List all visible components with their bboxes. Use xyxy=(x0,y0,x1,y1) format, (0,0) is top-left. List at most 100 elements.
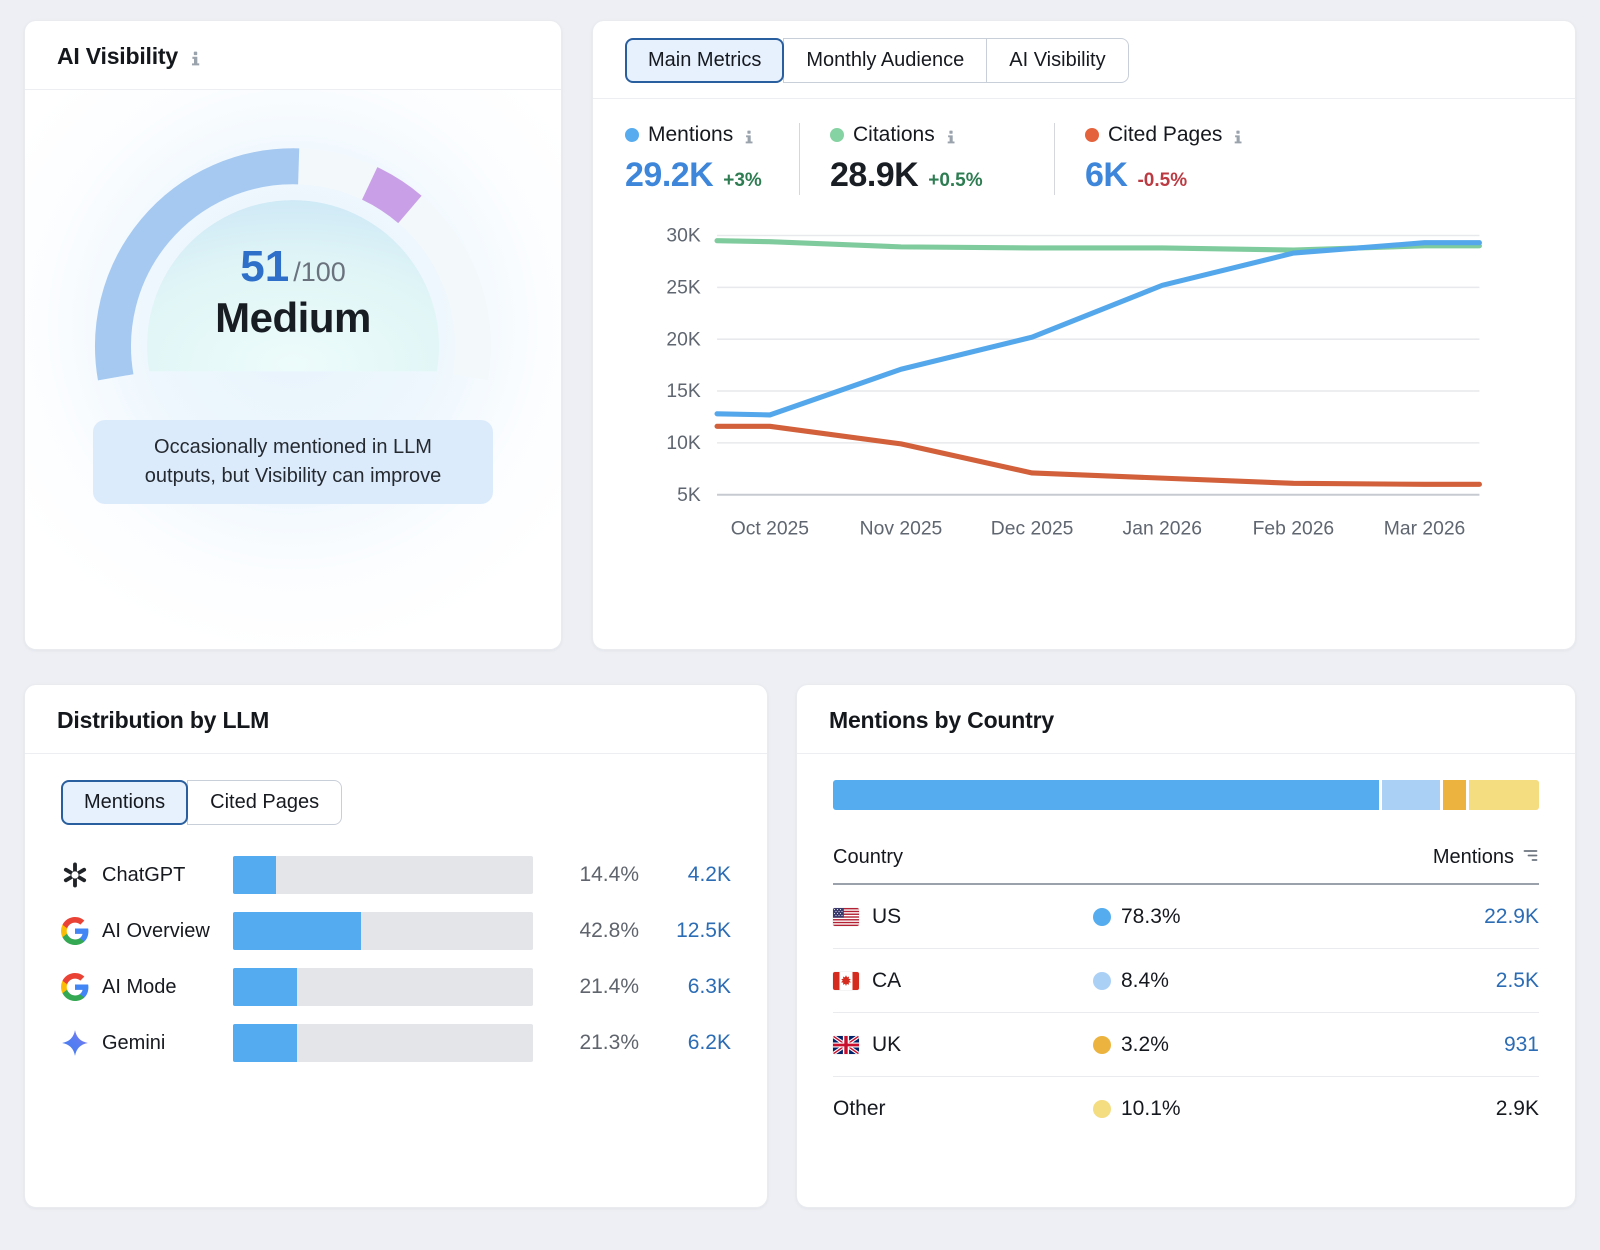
country-row-uk: UK 3.2% 931 xyxy=(833,1013,1539,1077)
llm-tab-group: Mentions Cited Pages xyxy=(61,780,342,825)
metric-name: Citations xyxy=(853,123,935,147)
llm-percent: 21.4% xyxy=(533,975,645,999)
metrics-legend: Mentions 29.2K +3% Citations 28.9K +0.5%… xyxy=(593,99,1575,199)
country-card-title: Mentions by Country xyxy=(829,707,1054,734)
country-percent: 3.2% xyxy=(1121,1033,1169,1057)
svg-text:5K: 5K xyxy=(677,485,701,506)
country-column-header: Country xyxy=(833,846,903,869)
metric-name: Cited Pages xyxy=(1108,123,1222,147)
chatgpt-logo-icon xyxy=(61,861,89,889)
tab-mentions[interactable]: Mentions xyxy=(61,780,188,825)
ai-visibility-card-title: AI Visibility xyxy=(57,43,178,70)
sort-descending-icon[interactable] xyxy=(1522,846,1539,869)
metrics-tab-group: Main Metrics Monthly Audience AI Visibil… xyxy=(625,38,1129,83)
country-mentions-value[interactable]: 22.9K xyxy=(1409,905,1539,929)
llm-share-bar-fill xyxy=(233,912,361,950)
country-mentions-value[interactable]: 931 xyxy=(1409,1033,1539,1057)
country-name: UK xyxy=(872,1033,901,1057)
main-metrics-card: Main Metrics Monthly Audience AI Visibil… xyxy=(592,20,1576,650)
metric-value: 6K xyxy=(1085,156,1127,195)
llm-label: Gemini xyxy=(102,1032,165,1055)
llm-share-bar xyxy=(233,856,533,894)
country-row-other: Other 10.1% 2.9K xyxy=(833,1077,1539,1141)
tab-cited-pages[interactable]: Cited Pages xyxy=(187,780,342,825)
country-percent: 8.4% xyxy=(1121,969,1169,993)
tab-main-metrics[interactable]: Main Metrics xyxy=(625,38,784,83)
chart-series-lines xyxy=(717,241,1479,485)
svg-text:15K: 15K xyxy=(666,381,700,402)
svg-text:Feb 2026: Feb 2026 xyxy=(1253,518,1335,539)
visibility-gauge: 51/100 Medium Occasionally mentioned in … xyxy=(25,90,561,649)
country-color-dot xyxy=(1093,1036,1111,1054)
llm-row-gemini: Gemini 21.3% 6.2K xyxy=(61,1015,731,1071)
stacked-segment-us xyxy=(833,780,1379,810)
info-icon[interactable] xyxy=(944,130,958,144)
gemini-logo-icon xyxy=(61,1029,89,1057)
stacked-segment-ca xyxy=(1382,780,1441,810)
country-name: US xyxy=(872,905,901,929)
llm-label: AI Overview xyxy=(102,920,210,943)
country-percent: 10.1% xyxy=(1121,1097,1181,1121)
gauge-score-max: /100 xyxy=(293,257,346,287)
llm-percent: 42.8% xyxy=(533,919,645,943)
country-color-dot xyxy=(1093,1100,1111,1118)
svg-text:30K: 30K xyxy=(666,226,700,247)
info-icon[interactable] xyxy=(742,130,756,144)
metric-delta: +0.5% xyxy=(928,170,982,192)
metric-value: 28.9K xyxy=(830,156,918,195)
llm-share-bar xyxy=(233,912,533,950)
metric-delta: +3% xyxy=(723,170,762,192)
info-icon[interactable] xyxy=(1231,130,1245,144)
metric-citations: Citations 28.9K +0.5% xyxy=(830,123,1055,195)
google-logo-icon xyxy=(61,973,89,1001)
country-name: Other xyxy=(833,1097,886,1121)
dashboard-page: AI Visibility xyxy=(0,0,1600,1250)
llm-value-link[interactable]: 12.5K xyxy=(645,919,731,943)
llm-card-title: Distribution by LLM xyxy=(57,707,269,734)
llm-share-bar-fill xyxy=(233,968,297,1006)
llm-row-chatgpt: ChatGPT 14.4% 4.2K xyxy=(61,847,731,903)
country-mentions-value[interactable]: 2.5K xyxy=(1409,969,1539,993)
llm-rows-list: ChatGPT 14.4% 4.2K AI Overview 42.8% 12.… xyxy=(61,847,731,1071)
llm-share-bar-fill xyxy=(233,1024,297,1062)
svg-text:Nov 2025: Nov 2025 xyxy=(860,518,943,539)
distribution-by-llm-card: Distribution by LLM Mentions Cited Pages… xyxy=(24,684,768,1208)
ca-flag-icon xyxy=(833,972,859,990)
llm-label: ChatGPT xyxy=(102,864,185,887)
chart-y-axis-labels: 5K10K15K20K25K30K xyxy=(666,226,700,506)
llm-value-link[interactable]: 6.2K xyxy=(645,1031,731,1055)
tab-monthly-audience[interactable]: Monthly Audience xyxy=(783,38,987,83)
uk-flag-icon xyxy=(833,1036,859,1054)
us-flag-icon xyxy=(833,908,859,926)
ai-visibility-card: AI Visibility xyxy=(24,20,562,650)
llm-value-link[interactable]: 4.2K xyxy=(645,863,731,887)
country-name: CA xyxy=(872,969,901,993)
google-logo-icon xyxy=(61,917,89,945)
svg-text:25K: 25K xyxy=(666,277,700,298)
info-icon[interactable] xyxy=(188,51,203,66)
tab-ai-visibility[interactable]: AI Visibility xyxy=(986,38,1128,83)
line-mentions xyxy=(717,243,1479,415)
llm-value-link[interactable]: 6.3K xyxy=(645,975,731,999)
svg-text:Jan 2026: Jan 2026 xyxy=(1123,518,1202,539)
country-color-dot xyxy=(1093,972,1111,990)
country-row-us: US 78.3% 22.9K xyxy=(833,885,1539,949)
svg-text:Dec 2025: Dec 2025 xyxy=(991,518,1074,539)
country-row-ca: CA 8.4% 2.5K xyxy=(833,949,1539,1013)
country-mentions-value: 2.9K xyxy=(1409,1097,1539,1121)
gauge-score-value: 51 xyxy=(240,242,289,291)
line-cited-pages xyxy=(717,426,1479,484)
metric-cited-pages: Cited Pages 6K -0.5% xyxy=(1085,123,1245,195)
llm-share-bar xyxy=(233,968,533,1006)
metric-dot xyxy=(830,128,844,142)
metric-value: 29.2K xyxy=(625,156,713,195)
llm-percent: 21.3% xyxy=(533,1031,645,1055)
trend-chart: 5K10K15K20K25K30K Oct 2025Nov 2025Dec 20… xyxy=(593,199,1575,649)
chart-x-axis-labels: Oct 2025Nov 2025Dec 2025Jan 2026Feb 2026… xyxy=(731,518,1466,539)
svg-text:10K: 10K xyxy=(666,433,700,454)
mentions-column-header[interactable]: Mentions xyxy=(1433,846,1539,869)
llm-row-ai-mode: AI Mode 21.4% 6.3K xyxy=(61,959,731,1015)
stacked-segment-other xyxy=(1469,780,1539,810)
mentions-by-country-card: Mentions by Country Country Mentions US xyxy=(796,684,1576,1208)
gauge-description-note: Occasionally mentioned in LLM outputs, b… xyxy=(93,420,493,504)
